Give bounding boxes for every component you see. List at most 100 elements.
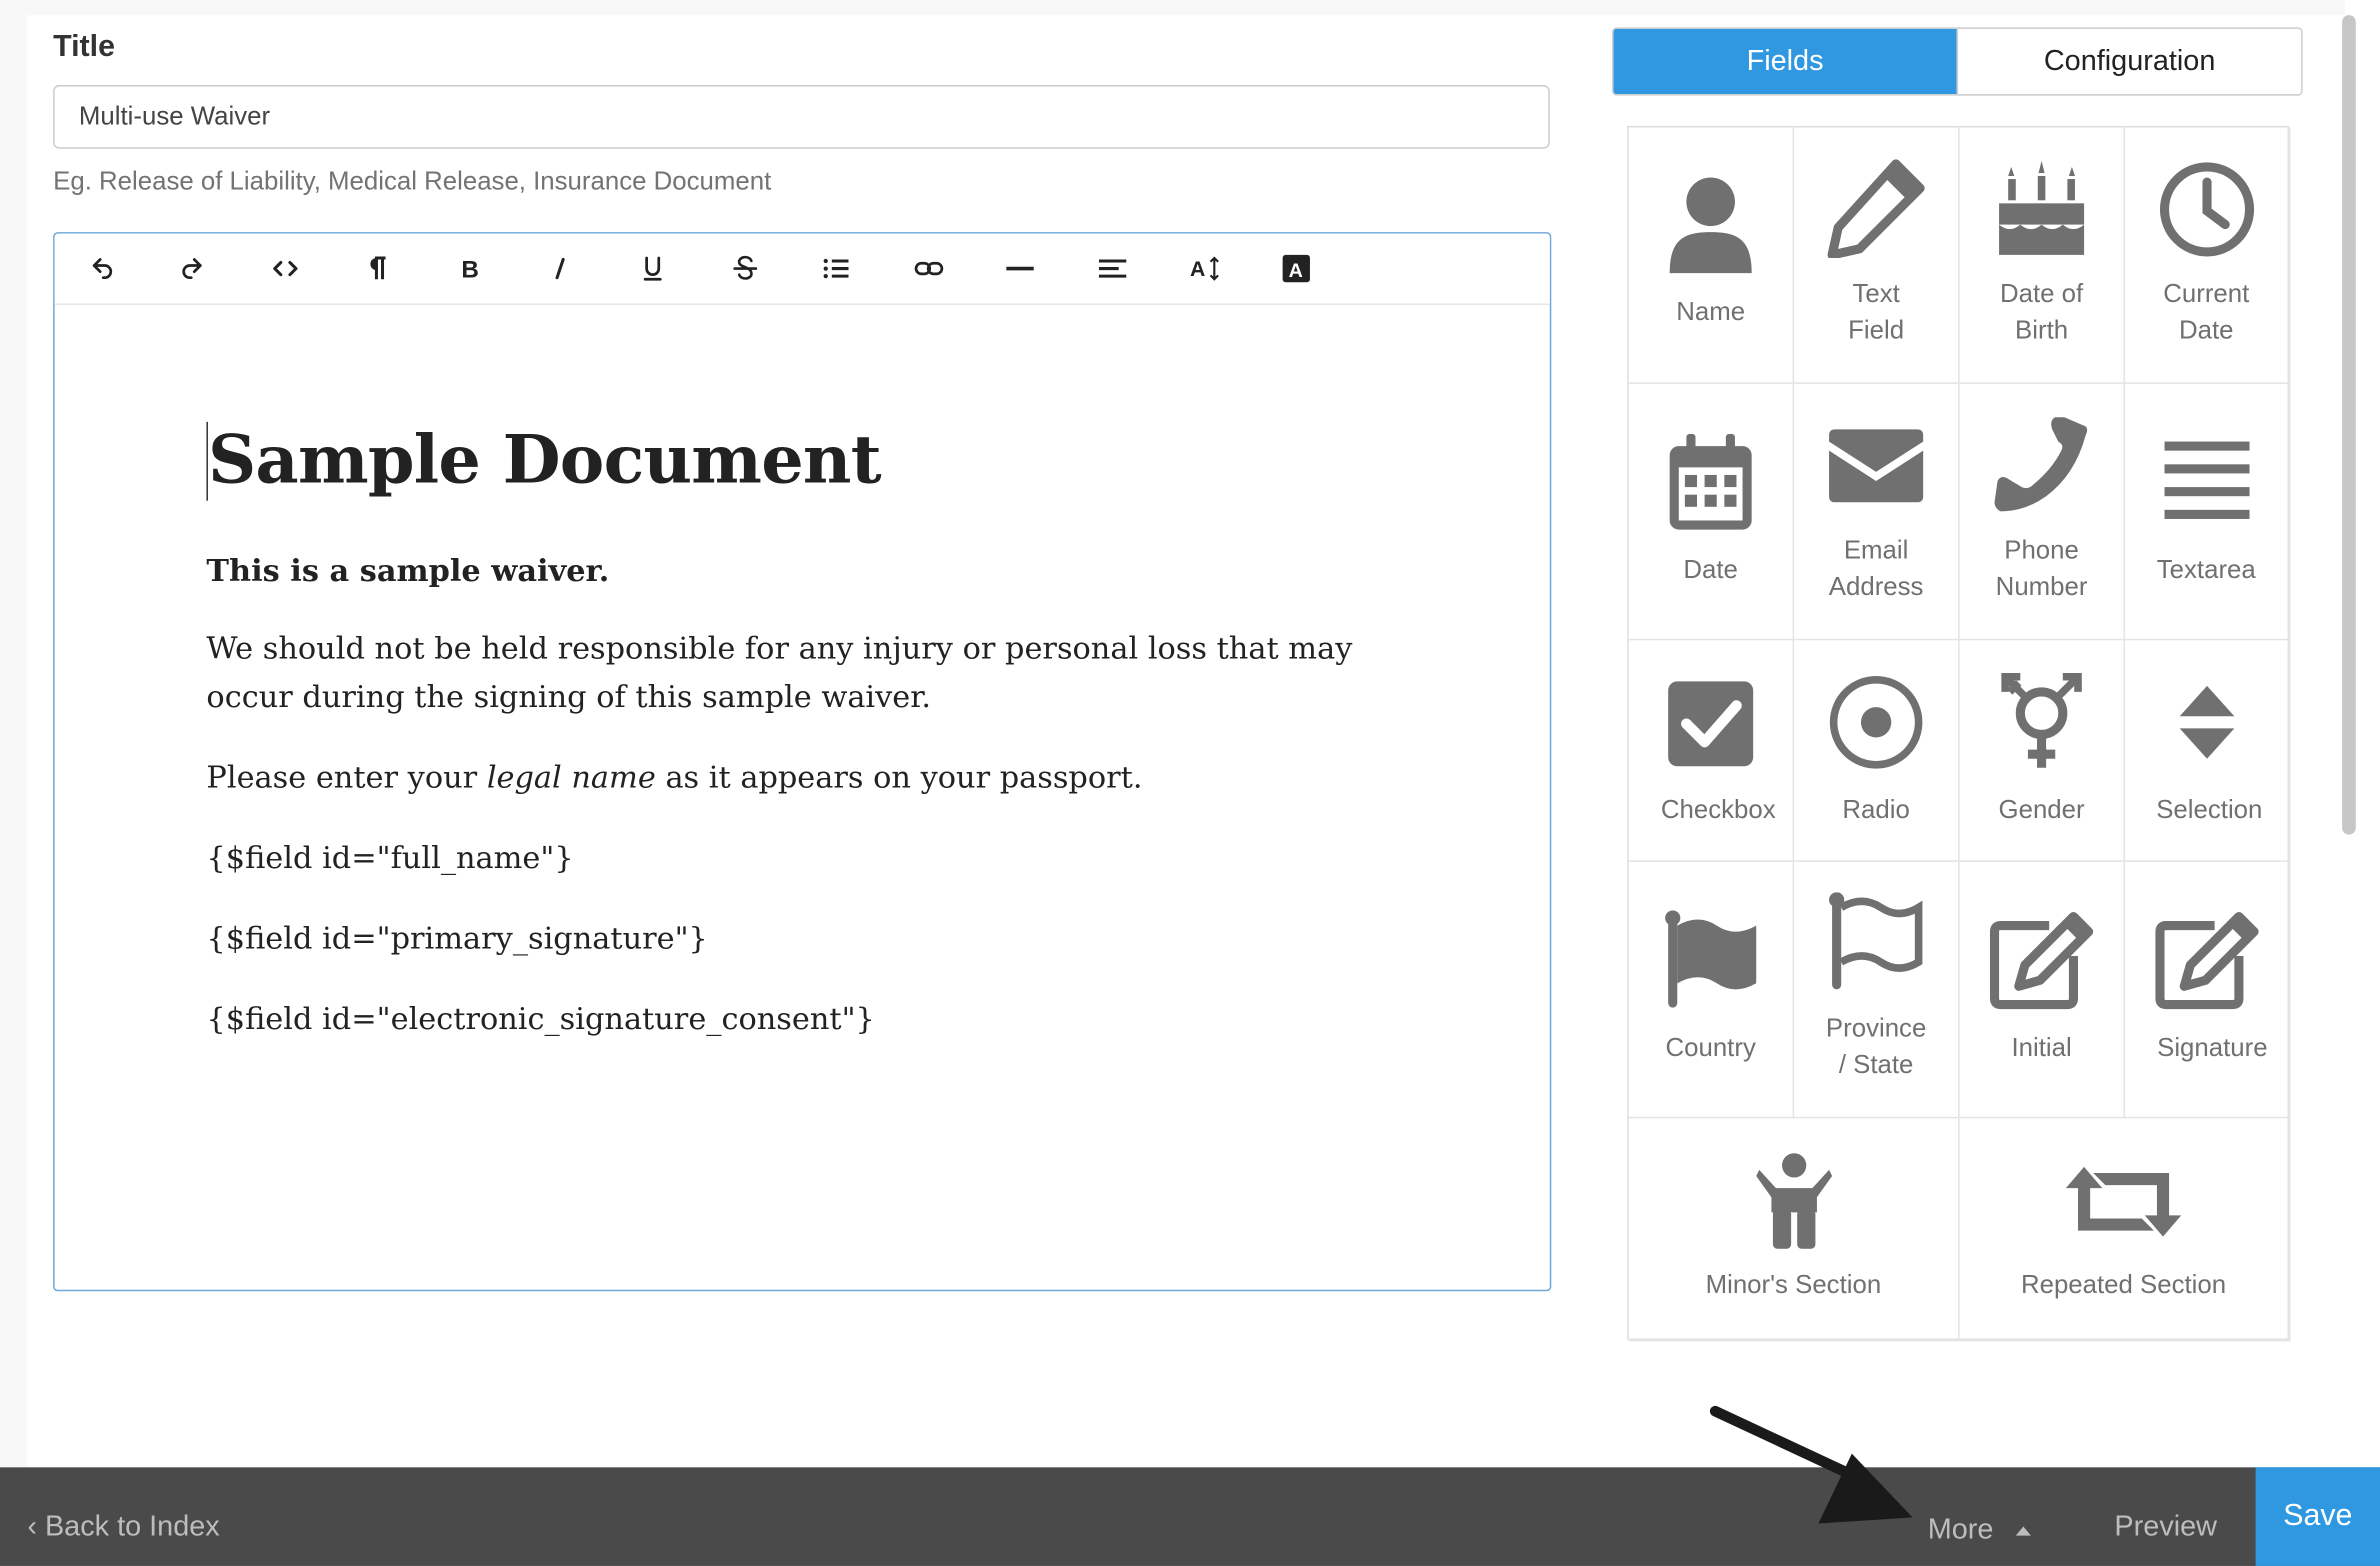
bottom-action-bar bbox=[0, 1467, 2380, 1566]
field-label: Date bbox=[2178, 315, 2234, 345]
field-label: Address bbox=[1828, 572, 1924, 601]
text-color-icon[interactable]: A bbox=[1274, 246, 1320, 292]
code-icon[interactable] bbox=[263, 246, 309, 292]
title-label: Title bbox=[53, 30, 116, 64]
field-province-state[interactable]: Province / State bbox=[1794, 861, 1962, 1120]
field-label: Country bbox=[1665, 1033, 1756, 1063]
list-icon[interactable] bbox=[814, 246, 860, 292]
field-label: / State bbox=[1838, 1050, 1914, 1079]
field-email[interactable]: Email Address bbox=[1794, 383, 1962, 642]
field-textarea[interactable]: Textarea bbox=[2125, 383, 2291, 642]
field-label: Repeated Section bbox=[2020, 1270, 2227, 1299]
field-radio[interactable]: Radio bbox=[1794, 640, 1962, 864]
field-label: Textarea bbox=[2156, 555, 2256, 585]
top-strip bbox=[0, 0, 2346, 16]
redo-icon[interactable] bbox=[170, 246, 216, 292]
caret-up-icon bbox=[2015, 1526, 2031, 1536]
field-label: Text bbox=[1852, 279, 1900, 309]
field-phone[interactable]: Phone Number bbox=[1959, 383, 2127, 642]
radio-icon bbox=[1829, 676, 1923, 769]
field-label: Province bbox=[1825, 1013, 1927, 1043]
document-legal-name-line: Please enter your legal name as it appea… bbox=[206, 753, 1360, 802]
bold-icon[interactable]: B bbox=[446, 246, 492, 292]
field-label: Number bbox=[1995, 572, 2088, 601]
field-label: Signature bbox=[2157, 1033, 2268, 1063]
field-label: Email bbox=[1843, 535, 1909, 565]
person-icon bbox=[1669, 177, 1752, 274]
calendar-icon bbox=[1669, 433, 1752, 530]
italic-icon[interactable] bbox=[537, 246, 583, 292]
strikethrough-icon[interactable] bbox=[723, 246, 769, 292]
document-body[interactable]: Sample Document This is a sample waiver.… bbox=[206, 401, 1360, 1075]
back-label: Back to Index bbox=[44, 1511, 220, 1544]
envelope-icon bbox=[1829, 429, 1924, 503]
field-date[interactable]: Date bbox=[1628, 383, 1796, 642]
field-label: Phone bbox=[2004, 535, 2079, 565]
field-initial[interactable]: Initial bbox=[1959, 861, 2127, 1120]
field-checkbox[interactable]: Checkbox bbox=[1628, 640, 1796, 864]
title-input[interactable]: Multi-use Waiver bbox=[53, 84, 1550, 149]
font-size-icon[interactable]: A bbox=[1182, 246, 1228, 292]
field-label: Selection bbox=[2156, 795, 2263, 824]
field-label: Field bbox=[1848, 315, 1905, 345]
flag-filled-icon bbox=[1665, 910, 1757, 1008]
flag-outline-icon bbox=[1829, 892, 1923, 990]
waiver-editor-app: Title Multi-use Waiver Eg. Release of Li… bbox=[0, 0, 2380, 1566]
document-bold-line: This is a sample waiver. bbox=[206, 552, 610, 589]
birthday-cake-icon bbox=[1999, 160, 2085, 255]
document-heading: Sample Document bbox=[206, 421, 1360, 501]
field-placeholder-consent: {$field id="electronic_signature_consent… bbox=[206, 999, 875, 1037]
field-text[interactable]: Text Field bbox=[1794, 127, 1962, 386]
field-label: Name bbox=[1676, 297, 1746, 327]
field-tabs: Fields Configuration bbox=[1612, 27, 2303, 96]
phone-icon bbox=[1994, 417, 2088, 512]
pointer-arrow-annotation bbox=[1709, 1405, 1913, 1524]
field-repeated-section[interactable]: Repeated Section bbox=[1959, 1118, 2291, 1342]
chevron-left-icon: ‹ bbox=[27, 1511, 45, 1544]
text-run: Please enter your bbox=[206, 758, 487, 796]
field-label: Minor's Section bbox=[1705, 1270, 1882, 1299]
fields-grid: Name Text Field Date of Birth Current Da… bbox=[1627, 125, 2291, 1342]
field-selection[interactable]: Selection bbox=[2125, 640, 2291, 864]
italic-text: legal name bbox=[486, 758, 656, 796]
field-label: Birth bbox=[2015, 315, 2069, 345]
editor-toolbar: B A A bbox=[54, 233, 1550, 305]
horizontal-rule-icon[interactable] bbox=[997, 246, 1043, 292]
paragraph-icon[interactable] bbox=[354, 246, 400, 292]
rich-text-editor[interactable]: B A A Sample Document This is a sample w… bbox=[53, 232, 1552, 1292]
left-gutter bbox=[0, 0, 28, 1468]
underline-icon[interactable] bbox=[630, 246, 676, 292]
field-label: Current bbox=[2163, 279, 2250, 309]
svg-text:B: B bbox=[461, 257, 479, 284]
back-to-index-link[interactable]: ‹ Back to Index bbox=[27, 1511, 219, 1544]
gender-icon bbox=[2001, 672, 2082, 768]
child-icon bbox=[1755, 1153, 1832, 1249]
scrollbar-thumb[interactable] bbox=[2342, 15, 2356, 835]
field-label: Initial bbox=[2011, 1033, 2072, 1063]
field-signature[interactable]: Signature bbox=[2125, 861, 2291, 1120]
field-country[interactable]: Country bbox=[1628, 861, 1796, 1120]
edit-icon bbox=[2154, 911, 2258, 1010]
svg-text:A: A bbox=[1289, 260, 1303, 282]
field-placeholder-signature: {$field id="primary_signature"} bbox=[206, 919, 708, 956]
field-minors-section[interactable]: Minor's Section bbox=[1628, 1118, 1962, 1342]
clock-icon bbox=[2159, 162, 2254, 257]
align-icon[interactable] bbox=[1090, 246, 1136, 292]
save-button[interactable]: Save bbox=[2255, 1467, 2380, 1566]
link-icon[interactable] bbox=[906, 246, 952, 292]
repeat-icon bbox=[2065, 1166, 2182, 1237]
field-label: Gender bbox=[1998, 795, 2085, 824]
field-label: Date of bbox=[1999, 279, 2084, 309]
edit-icon bbox=[1989, 911, 2094, 1010]
preview-button[interactable]: Preview bbox=[2114, 1511, 2217, 1544]
more-menu-button[interactable]: More bbox=[1928, 1514, 1994, 1547]
field-name[interactable]: Name bbox=[1628, 127, 1796, 386]
field-date-of-birth[interactable]: Date of Birth bbox=[1959, 127, 2127, 386]
undo-icon[interactable] bbox=[79, 246, 125, 292]
field-placeholder-full-name: {$field id="full_name"} bbox=[206, 839, 574, 876]
field-current-date[interactable]: Current Date bbox=[2125, 127, 2291, 386]
tab-configuration[interactable]: Configuration bbox=[1956, 28, 2302, 95]
svg-text:A: A bbox=[1190, 257, 1205, 281]
tab-fields[interactable]: Fields bbox=[1613, 28, 1957, 95]
field-gender[interactable]: Gender bbox=[1959, 640, 2127, 864]
